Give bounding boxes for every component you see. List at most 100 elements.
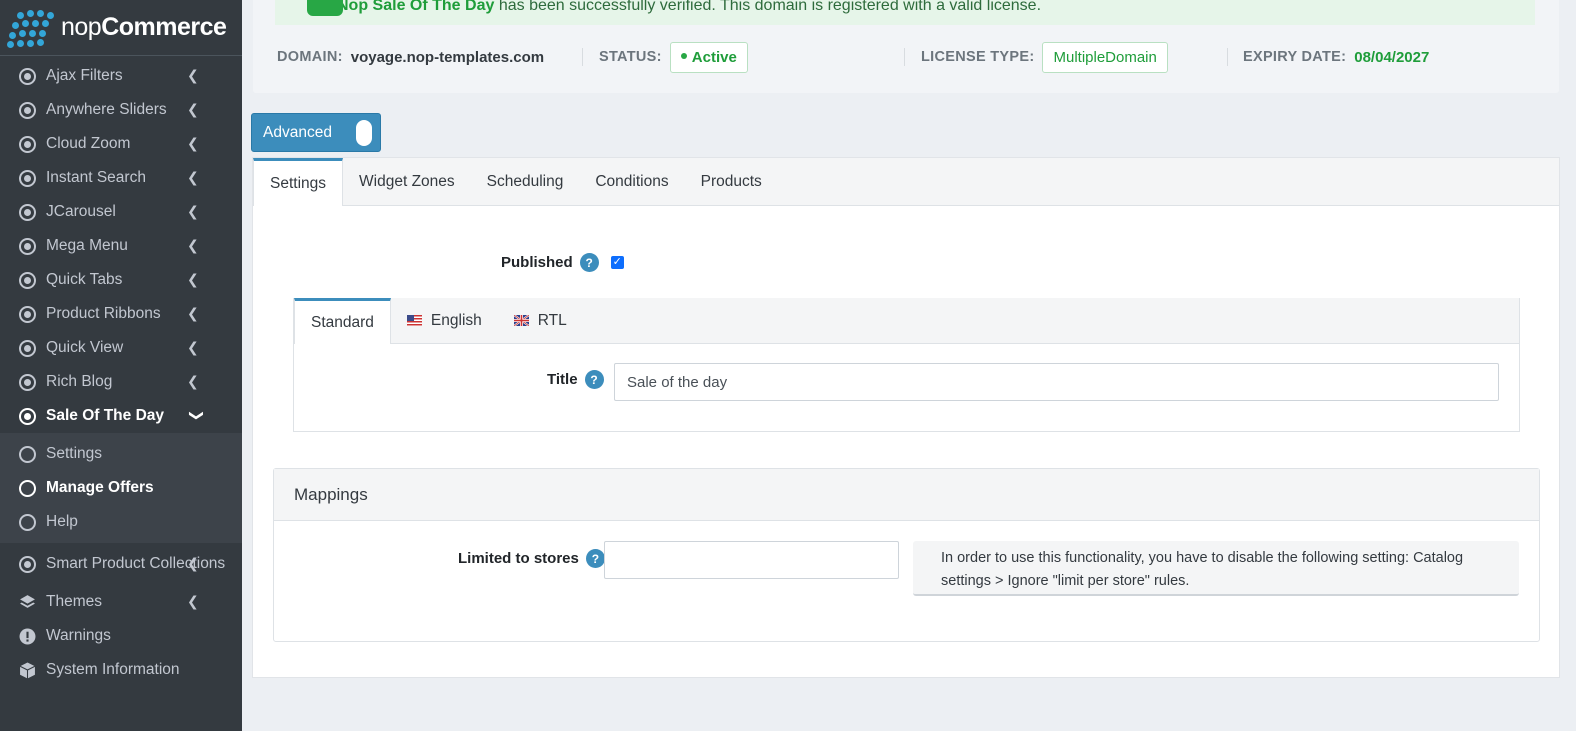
sidebar-item-label: Rich Blog [46,373,113,390]
sidebar-item-product-ribbons[interactable]: Product Ribbons ❮ [0,297,242,331]
sidebar-item-label: JCarousel [46,203,116,220]
license-type-key: LICENSE TYPE: [921,49,1035,65]
dot-circle-icon [19,407,36,425]
dot-circle-icon [19,339,36,357]
license-expiry-value: 08/04/2027 [1354,48,1430,66]
status-badge-label: Active [691,48,737,66]
brand-name-bold: Commerce [101,13,227,41]
dot-circle-icon [19,271,36,289]
limited-to-stores-label: Limited to stores [458,550,579,567]
sidebar-item-label: Quick View [46,339,124,356]
sidebar-item-label: Sale Of The Day [46,407,165,424]
sidebar-item-label: Ajax Filters [46,67,123,84]
help-icon[interactable]: ? [585,549,605,568]
advanced-mode-toggle[interactable]: Advanced [251,113,381,152]
dot-circle-icon [19,373,36,391]
tab-standard[interactable]: Standard [294,298,391,344]
sidebar-item-themes[interactable]: Themes ❮ [0,585,242,619]
title-input[interactable]: Sale of the day [614,363,1499,401]
sidebar-nav: Ajax Filters ❮ Anywhere Sliders ❮ Cloud Zo… [0,59,242,687]
limited-to-stores-input[interactable] [604,541,899,579]
sidebar-item-mega-menu[interactable]: Mega Menu ❮ [0,229,242,263]
license-type-badge: MultipleDomain [1042,41,1168,73]
tab-english[interactable]: English [391,298,498,343]
sidebar-item-warnings[interactable]: Warnings [0,619,242,653]
sidebar-item-quick-view[interactable]: Quick View ❮ [0,331,242,365]
settings-panel: Settings Widget Zones Scheduling Conditi… [252,157,1560,678]
published-checkbox[interactable]: ✓ [610,256,624,269]
license-type: LICENSE TYPE: MultipleDomain [921,40,1168,74]
sidebar-item-ajax-filters[interactable]: Ajax Filters ❮ [0,59,242,93]
check-icon [307,0,343,16]
sidebar-item-system-information[interactable]: System Information [0,653,242,687]
chevron-left-icon: ❮ [187,305,199,321]
sidebar-item-label: Cloud Zoom [46,135,131,152]
circle-icon [19,513,36,531]
title-label: Title [547,371,578,388]
sidebar-item-anywhere-sliders[interactable]: Anywhere Sliders ❮ [0,93,242,127]
sidebar-item-instant-search[interactable]: Instant Search ❮ [0,161,242,195]
chevron-left-icon: ❮ [187,169,199,185]
tab-scheduling[interactable]: Scheduling [471,158,580,205]
circle-icon [19,445,36,463]
chevron-left-icon: ❮ [187,373,199,389]
uk-flag-icon [513,315,529,326]
sidebar-item-jcarousel[interactable]: JCarousel ❮ [0,195,242,229]
tab-products[interactable]: Products [685,158,778,205]
sidebar-item-rich-blog[interactable]: Rich Blog ❮ [0,365,242,399]
main-content: Nop Sale Of The Day has been successfull… [242,0,1576,731]
sidebar-subitem-manage-offers[interactable]: Manage Offers [0,471,242,505]
help-icon[interactable]: ? [579,253,599,272]
license-domain-key: DOMAIN: [277,49,343,65]
brand-logo[interactable]: nopCommerce [0,0,242,56]
dot-circle-icon [19,305,36,323]
tab-settings[interactable]: Settings [253,158,344,206]
sidebar-subnav-sale-of-the-day: Settings Manage Offers Help [0,433,242,543]
sidebar-item-cloud-zoom[interactable]: Cloud Zoom ❮ [0,127,242,161]
sidebar: nopCommerce Ajax Filters ❮ Anywhere Slide… [0,0,242,731]
help-icon[interactable]: ? [584,370,604,389]
license-card: Nop Sale Of The Day has been successfull… [253,0,1559,93]
tab-rtl[interactable]: RTL [498,298,583,343]
mappings-card: Mappings Limited to stores ? In order to… [273,468,1540,642]
license-expiry-key: EXPIRY DATE: [1243,49,1347,65]
chevron-left-icon: ❮ [187,339,199,355]
dot-circle-icon [19,169,36,187]
sidebar-item-label: Anywhere Sliders [46,101,167,118]
mappings-heading: Mappings [274,469,1539,521]
license-alert-product: Nop Sale Of The Day [337,0,495,14]
sidebar-item-label: System Information [46,661,180,678]
license-domain: DOMAIN: voyage.nop-templates.com [277,40,544,74]
tab-label: RTL [537,311,567,329]
sidebar-item-quick-tabs[interactable]: Quick Tabs ❮ [0,263,242,297]
sidebar-subitem-help[interactable]: Help [0,505,242,539]
sidebar-item-smart-product-collections[interactable]: Smart Product Collections ❮ [0,547,242,581]
sidebar-item-label: Instant Search [46,169,146,186]
tab-conditions[interactable]: Conditions [579,158,684,205]
license-alert-message: has been successfully verified. This dom… [494,0,1042,14]
circle-icon [19,479,36,497]
sidebar-item-label: Mega Menu [46,237,128,254]
tab-widget-zones[interactable]: Widget Zones [343,158,471,205]
tab-label: English [430,311,482,329]
dot-circle-icon [19,237,36,255]
stores-label-row: Limited to stores ? [458,549,605,568]
sidebar-item-sale-of-the-day[interactable]: Sale Of The Day ❮ [0,399,242,433]
status-dot-icon [680,52,687,59]
tab-label: Standard [311,313,374,331]
layers-icon [20,594,35,608]
chevron-left-icon: ❮ [187,593,199,609]
brand-name-light: nop [61,13,102,41]
brand-name: nopCommerce [61,13,227,42]
cube-icon [19,662,36,678]
toggle-knob [356,120,372,146]
chevron-left-icon: ❮ [187,237,199,253]
chevron-left-icon: ❮ [187,555,199,571]
license-status: STATUS: Active [599,40,748,74]
license-domain-value: voyage.nop-templates.com [350,48,545,66]
sidebar-subitem-settings[interactable]: Settings [0,437,242,471]
published-label: Published [501,254,573,271]
license-expiry: EXPIRY DATE: 08/04/2027 [1243,40,1429,74]
us-flag-icon [406,315,422,326]
chevron-left-icon: ❮ [187,67,199,83]
